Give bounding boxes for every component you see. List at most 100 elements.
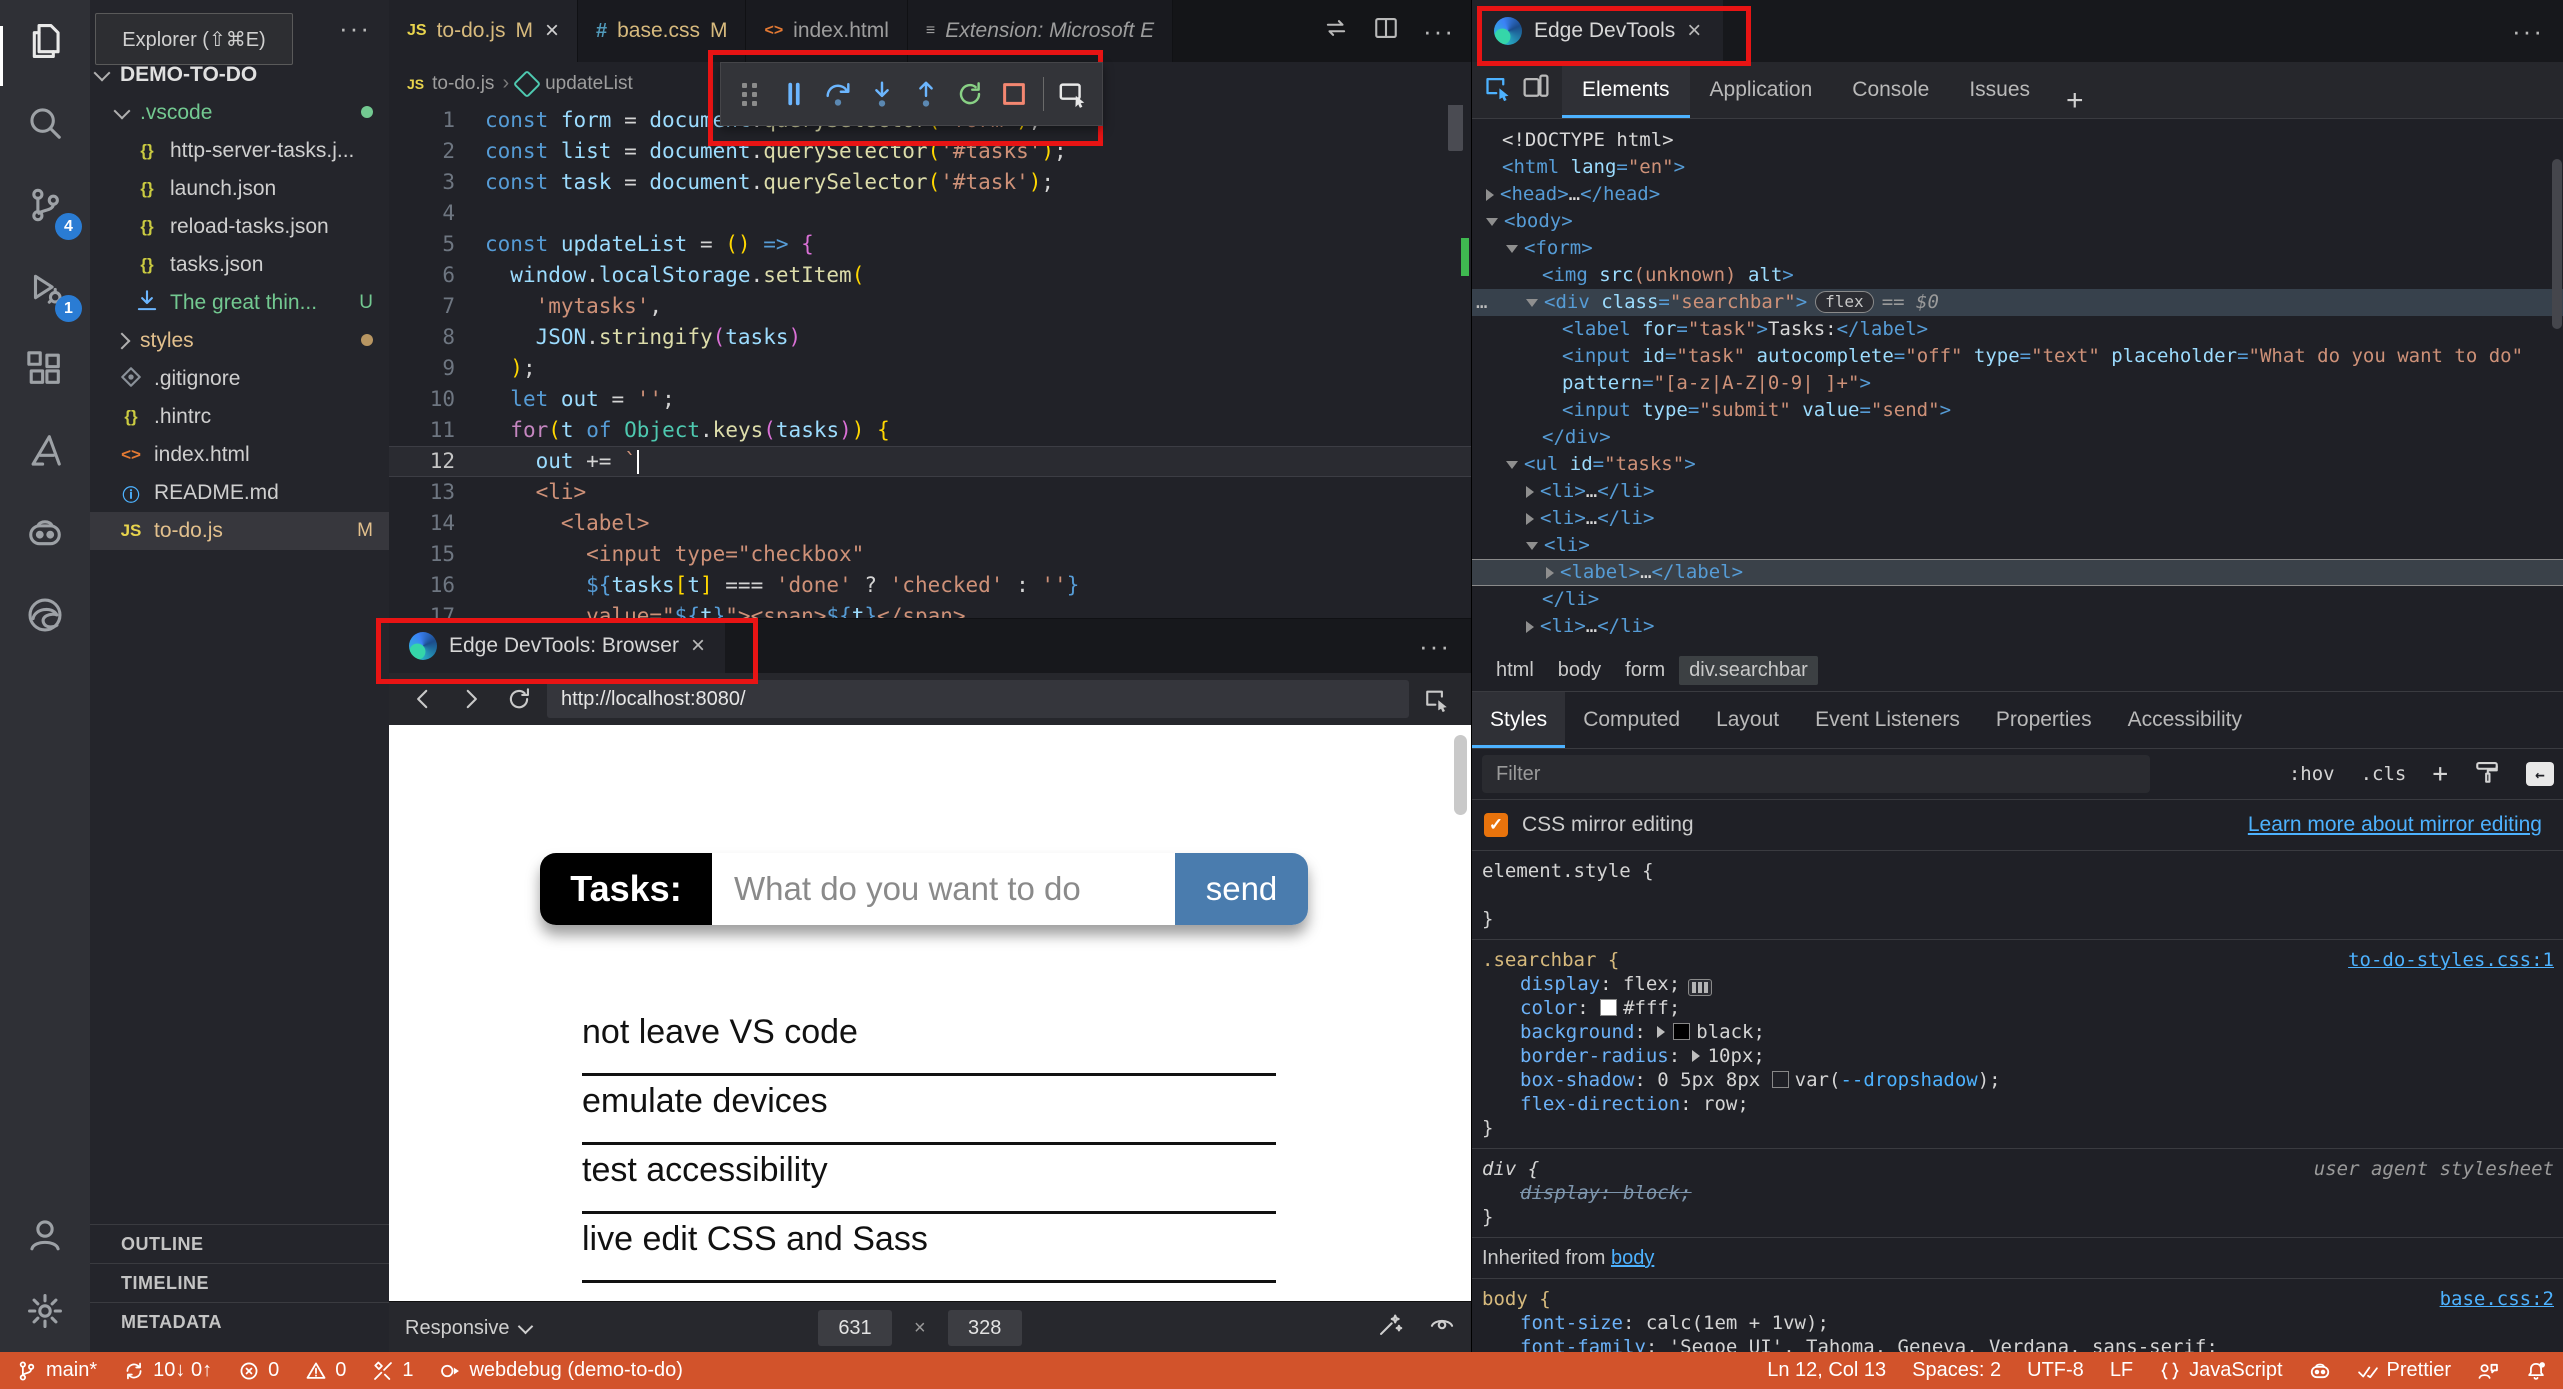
activity-settings[interactable]: [0, 1286, 90, 1342]
inspect-element-icon[interactable]: [1484, 73, 1512, 107]
file-launch.json[interactable]: {} launch.json: [90, 170, 389, 208]
file-styles[interactable]: styles: [90, 322, 389, 360]
status-indentation[interactable]: Spaces: 2: [1912, 1359, 2001, 1382]
add-tab-icon[interactable]: +: [2050, 84, 2100, 118]
stylesheet-link[interactable]: to-do-styles.css:1: [2348, 948, 2554, 972]
file-.hintrc[interactable]: {} .hintrc: [90, 398, 389, 436]
code-line-16[interactable]: 16 ${tasks[t] === 'done' ? 'checked' : '…: [389, 570, 1471, 601]
browser-more-icon[interactable]: ···: [1419, 631, 1471, 662]
expand-arrow-icon[interactable]: [1526, 298, 1538, 307]
css-rule[interactable]: .searchbar {to-do-styles.css:1 display: f…: [1472, 940, 2563, 1149]
device-mode-select[interactable]: Responsive: [405, 1317, 510, 1340]
expand-arrow-icon[interactable]: [1486, 217, 1498, 226]
send-button[interactable]: send: [1175, 853, 1308, 925]
crumb-form[interactable]: form: [1615, 656, 1675, 685]
collapse-arrow-icon[interactable]: [1486, 188, 1494, 201]
css-property[interactable]: display: block;: [1482, 1181, 2554, 1205]
devtools-tab-elements[interactable]: Elements: [1562, 62, 1690, 118]
reload-icon[interactable]: [499, 679, 539, 719]
activity-azure[interactable]: [0, 426, 90, 482]
file-to-do.js[interactable]: JS to-do.js M: [90, 512, 389, 550]
back-icon[interactable]: [403, 679, 443, 719]
file-readme.md[interactable]: ⓘ README.md: [90, 474, 389, 512]
todo-item[interactable]: emulate devices: [582, 1076, 1276, 1145]
status-language-mode[interactable]: JavaScript: [2159, 1359, 2283, 1382]
expand-arrow-icon[interactable]: [1657, 1026, 1666, 1038]
viewport-scrollbar[interactable]: [1454, 735, 1467, 815]
status-prettier[interactable]: Prettier: [2357, 1359, 2451, 1382]
collapse-arrow-icon[interactable]: [1546, 566, 1554, 579]
code-line-13[interactable]: 13 <li>: [389, 477, 1471, 508]
close-icon[interactable]: ×: [691, 632, 705, 660]
color-swatch[interactable]: [1600, 999, 1618, 1016]
color-swatch[interactable]: [1771, 1071, 1789, 1088]
dom-node[interactable]: <ul id="tasks">: [1472, 451, 2563, 478]
viewport-width-input[interactable]: 631: [818, 1310, 892, 1346]
dom-node[interactable]: pattern="[a-z|A-Z|0-9| ]+">: [1472, 370, 2563, 397]
status-sync-changes[interactable]: 10↓ 0↑: [123, 1359, 212, 1382]
toggle-class[interactable]: .cls: [2361, 763, 2407, 785]
editor-scrollbar[interactable]: [1448, 105, 1463, 151]
dom-node[interactable]: <img src(unknown) alt>: [1472, 262, 2563, 289]
styles-filter-input[interactable]: Filter: [1482, 755, 2150, 793]
status-eol[interactable]: LF: [2110, 1359, 2133, 1382]
step-into-icon[interactable]: [863, 72, 901, 116]
expand-arrow-icon[interactable]: [1506, 244, 1518, 253]
task-text-input[interactable]: What do you want to do: [712, 853, 1175, 925]
todo-item[interactable]: test accessibility: [582, 1145, 1276, 1214]
pause-icon[interactable]: [775, 72, 813, 116]
color-swatch[interactable]: [1673, 1023, 1691, 1040]
dom-node[interactable]: <input type="submit" value="send">: [1472, 397, 2563, 424]
crumb-body[interactable]: body: [1548, 656, 1611, 685]
step-over-icon[interactable]: [819, 72, 857, 116]
css-rule[interactable]: div {user agent stylesheet display: block…: [1472, 1149, 2563, 1238]
flex-editor-icon[interactable]: [1688, 979, 1713, 996]
collapse-arrow-icon[interactable]: [1526, 512, 1534, 525]
status-warnings[interactable]: 0: [305, 1359, 346, 1382]
section-timeline[interactable]: TIMELINE: [90, 1263, 389, 1302]
tab-base.css[interactable]: # base.css M: [577, 0, 747, 62]
node-more-icon[interactable]: …: [1476, 289, 1488, 316]
file-http-server-tasks.j...[interactable]: {} http-server-tasks.j...: [90, 132, 389, 170]
css-property[interactable]: flex-direction: row;: [1482, 1092, 2554, 1116]
toggle-hover-state[interactable]: :hov: [2289, 763, 2335, 785]
tab-extension-microsoft-e[interactable]: ≡ Extension: Microsoft E: [907, 0, 1174, 62]
expand-arrow-icon[interactable]: [1506, 460, 1518, 469]
url-input[interactable]: http://localhost:8080/: [547, 680, 1409, 718]
crumb-div-searchbar[interactable]: div.searchbar: [1679, 656, 1818, 685]
styles-tab-properties[interactable]: Properties: [1978, 692, 2110, 748]
activity-source-control[interactable]: 4: [0, 180, 90, 240]
activity-edge-devtools[interactable]: [0, 590, 90, 646]
css-rule[interactable]: body {base.css:2 font-size: calc(1em + 1v…: [1472, 1279, 2563, 1352]
forward-icon[interactable]: [451, 679, 491, 719]
dom-node[interactable]: <form>: [1472, 235, 2563, 262]
collapse-arrow-icon[interactable]: [1526, 485, 1534, 498]
code-line-6[interactable]: 6 window.localStorage.setItem(: [389, 260, 1471, 291]
code-editor[interactable]: 1const form = document.querySelector('fo…: [389, 105, 1471, 618]
devtools-tab-application[interactable]: Application: [1690, 62, 1833, 118]
expand-arrow-icon[interactable]: [1526, 541, 1538, 550]
css-property[interactable]: border-radius: 10px;: [1482, 1044, 2554, 1068]
styles-tab-event-listeners[interactable]: Event Listeners: [1797, 692, 1978, 748]
inspect-eye-icon[interactable]: [1429, 1312, 1455, 1344]
more-actions-icon[interactable]: ···: [1423, 16, 1455, 47]
css-property[interactable]: color: #fff;: [1482, 996, 2554, 1020]
css-rule[interactable]: element.style {}: [1472, 851, 2563, 940]
wand-icon[interactable]: [1377, 1312, 1403, 1344]
elements-scrollbar[interactable]: [2552, 159, 2562, 329]
close-icon[interactable]: ×: [545, 17, 559, 45]
css-property[interactable]: display: flex;: [1482, 972, 2554, 996]
file-index.html[interactable]: <> index.html: [90, 436, 389, 474]
status-errors[interactable]: 0: [238, 1359, 279, 1382]
split-editor-icon[interactable]: [1373, 15, 1399, 47]
dom-node[interactable]: <label>…</label>: [1472, 559, 2563, 586]
section-metadata[interactable]: METADATA: [90, 1302, 389, 1341]
restart-icon[interactable]: [951, 72, 989, 116]
explorer-more-icon[interactable]: ···: [339, 13, 371, 44]
collapse-arrow-icon[interactable]: [1526, 620, 1534, 633]
code-line-4[interactable]: 4: [389, 198, 1471, 229]
tab-index.html[interactable]: <> index.html: [746, 0, 908, 62]
css-property[interactable]: font-family: 'Segoe UI', Tahoma, Geneva,…: [1482, 1335, 2554, 1352]
stylesheet-link[interactable]: base.css:2: [2440, 1287, 2554, 1311]
dom-node[interactable]: <body>: [1472, 208, 2563, 235]
